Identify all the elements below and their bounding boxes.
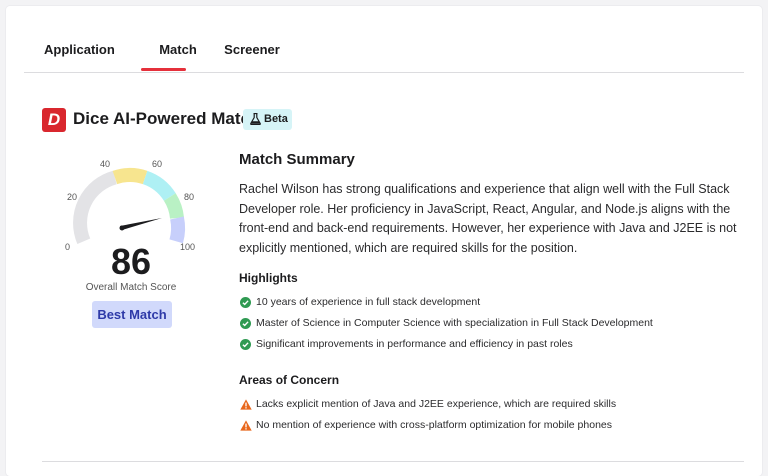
check-circle-icon — [240, 339, 251, 350]
summary-text: Rachel Wilson has strong qualifications … — [239, 182, 737, 256]
tab-screener[interactable]: Screener — [210, 28, 294, 72]
match-score-value: 86 — [110, 241, 152, 282]
dice-logo-icon: D — [42, 108, 66, 132]
gauge-segment-yellow — [112, 168, 148, 185]
highlight-text: Significant improvements in performance … — [256, 338, 573, 350]
gauge-segment-blue — [169, 216, 186, 244]
tab-application[interactable]: Application — [44, 28, 115, 72]
section-divider — [42, 461, 744, 462]
check-circle-icon — [240, 297, 251, 308]
gauge-tick-0: 0 — [65, 242, 71, 252]
warning-triangle-icon — [240, 399, 252, 410]
highlight-text: 10 years of experience in full stack dev… — [256, 296, 481, 308]
gauge-tick-20: 20 — [67, 192, 78, 202]
check-circle-icon — [240, 318, 251, 329]
section-title: Dice AI-Powered Match — [73, 109, 261, 128]
match-rating-badge: Best Match — [92, 301, 172, 328]
gauge-tick-40: 40 — [100, 159, 111, 169]
warning-triangle-icon — [240, 420, 252, 431]
gauge-segment-green — [163, 193, 184, 220]
gauge-segment-grey — [73, 170, 118, 245]
highlights-title: Highlights — [239, 271, 298, 285]
gauge-segment-cyan — [142, 170, 176, 202]
beta-badge: Beta — [243, 109, 292, 130]
concerns-title: Areas of Concern — [239, 373, 340, 387]
active-tab-indicator — [141, 68, 186, 71]
beta-label: Beta — [264, 113, 288, 125]
summary-title: Match Summary — [239, 151, 355, 168]
gauge-needle — [120, 218, 162, 230]
concern-text: No mention of experience with cross-plat… — [256, 419, 613, 431]
gauge-tick-60: 60 — [152, 159, 163, 169]
match-score-label: Overall Match Score — [85, 282, 177, 293]
concern-text: Lacks explicit mention of Java and J2EE … — [256, 398, 617, 410]
tab-bar: Application Match Screener — [24, 28, 744, 73]
gauge-tick-80: 80 — [184, 192, 195, 202]
tab-match[interactable]: Match — [141, 28, 215, 72]
highlight-text: Master of Science in Computer Science wi… — [256, 317, 653, 329]
flask-icon — [250, 113, 261, 125]
